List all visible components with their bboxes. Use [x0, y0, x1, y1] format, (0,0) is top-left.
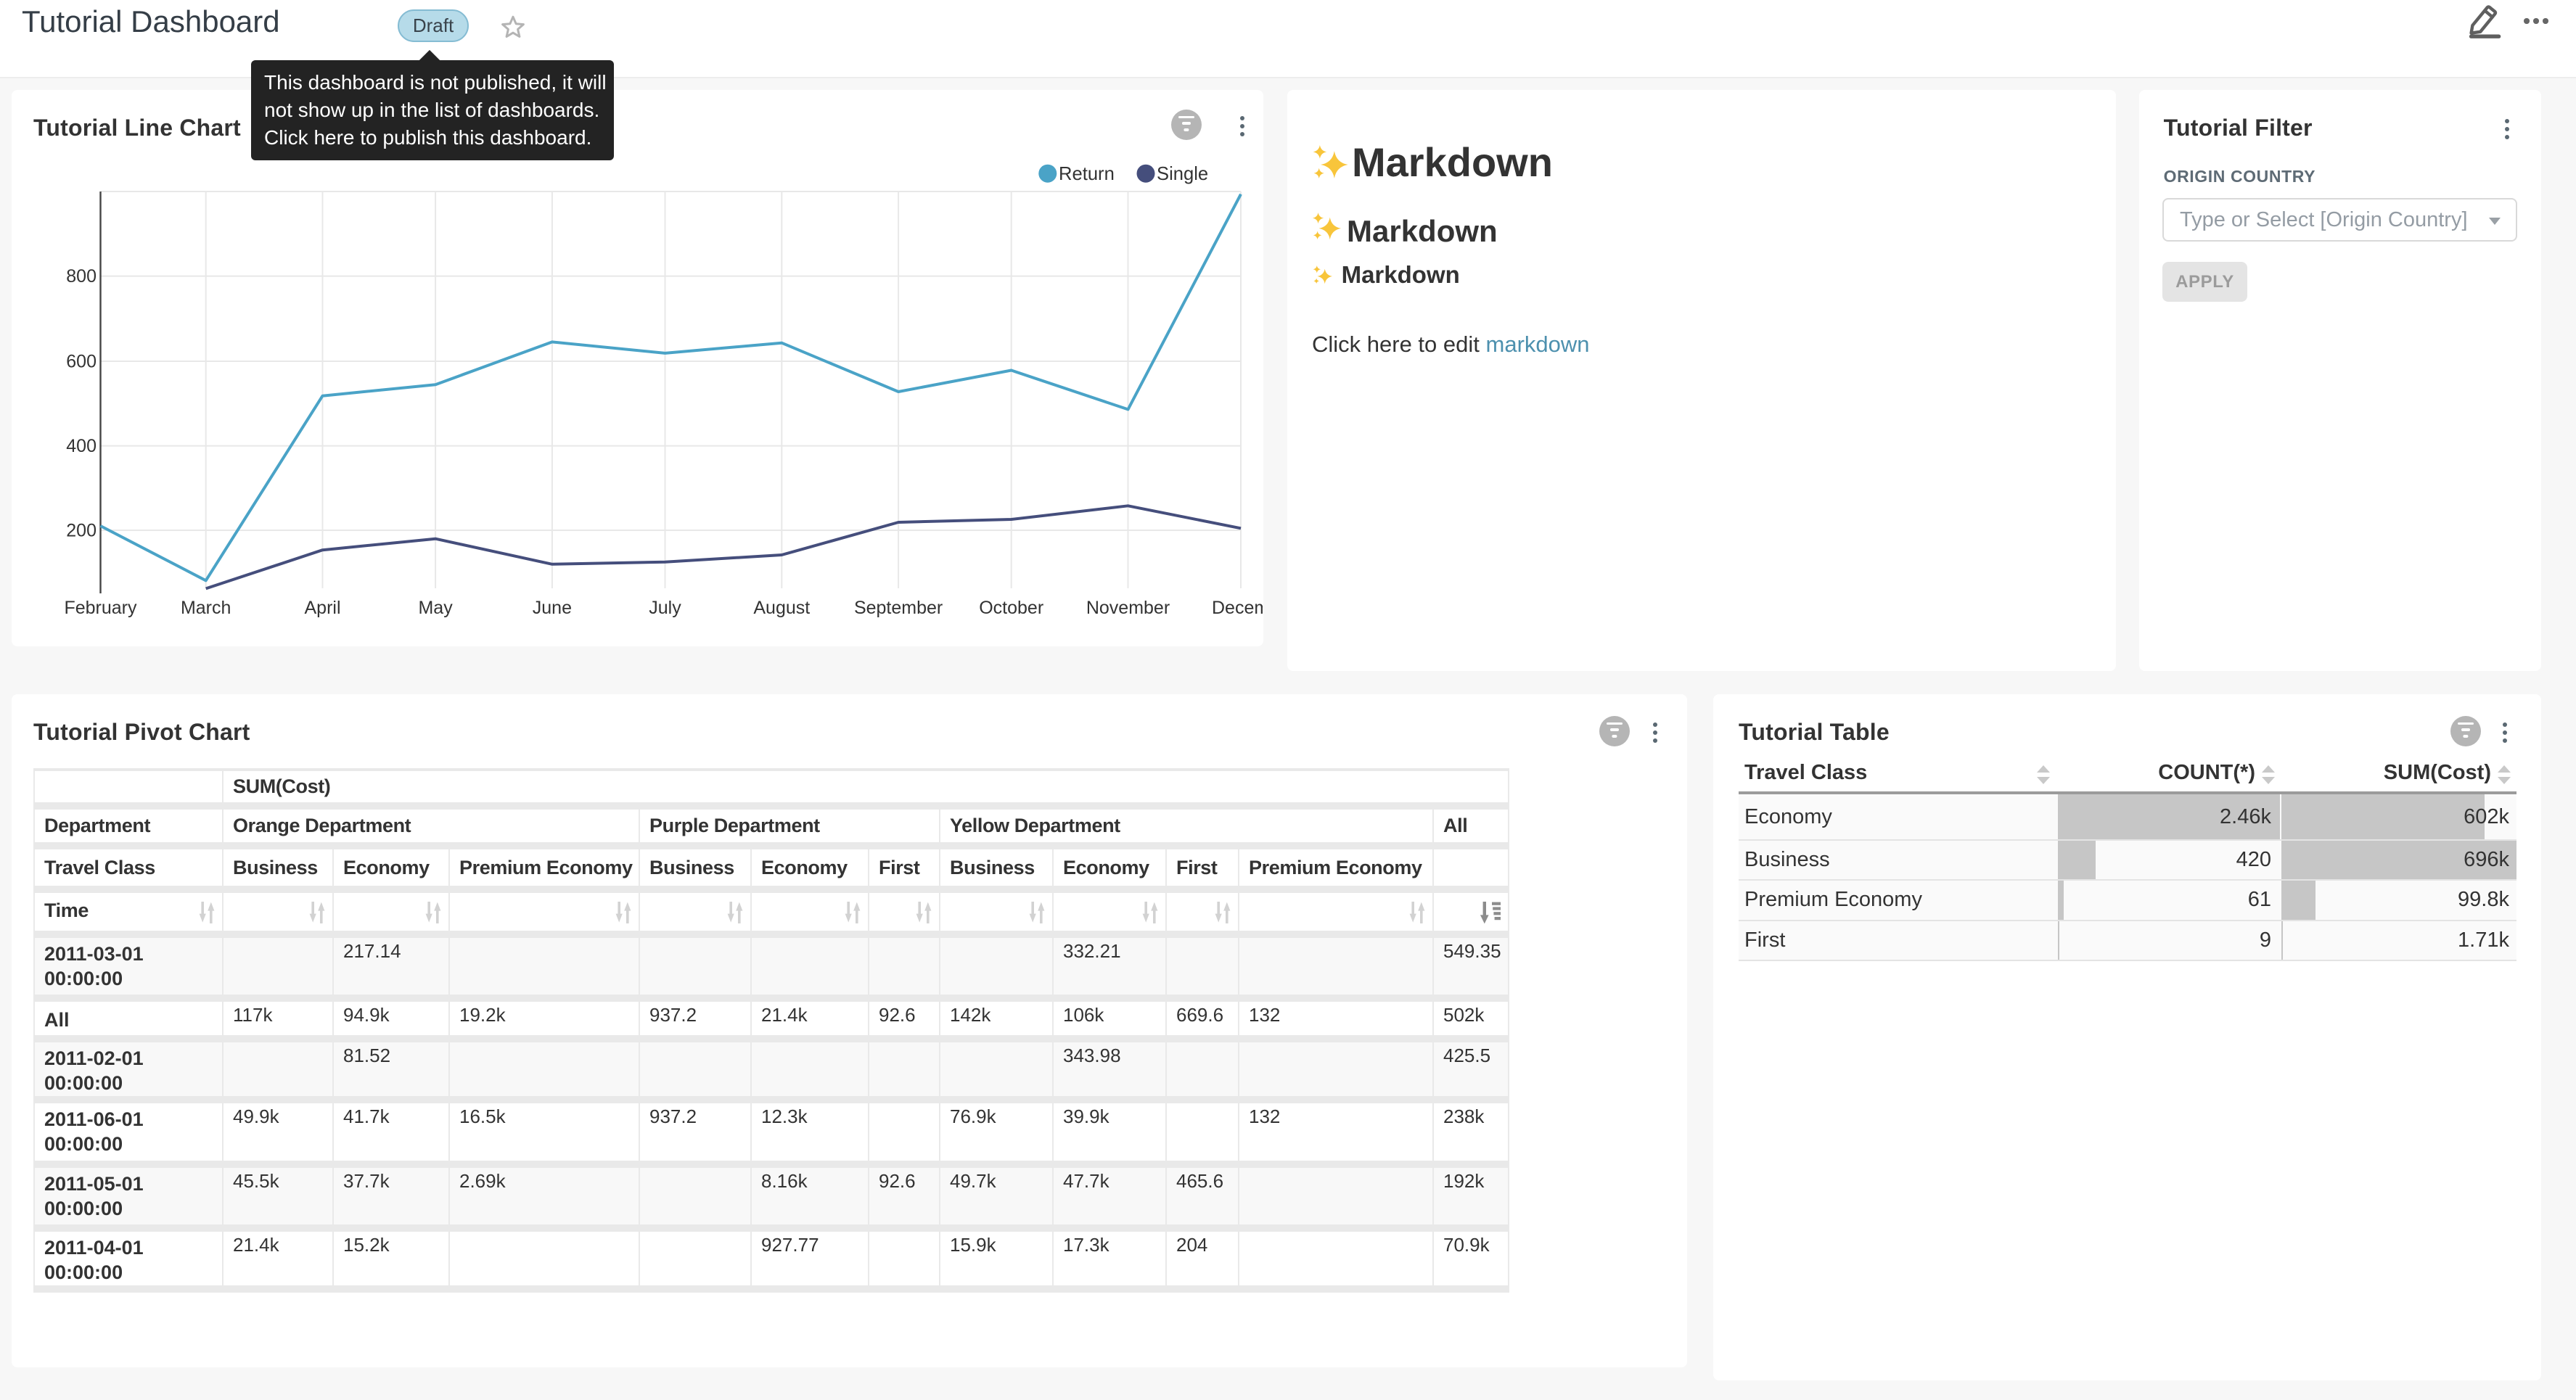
svg-text:March: March [181, 598, 231, 618]
svg-text:200: 200 [66, 521, 97, 541]
svg-text:June: June [533, 598, 572, 618]
svg-text:July: July [649, 598, 681, 618]
svg-text:Single: Single [1157, 164, 1208, 184]
svg-text:400: 400 [66, 436, 97, 456]
svg-text:February: February [64, 598, 137, 618]
svg-text:April: April [304, 598, 340, 618]
svg-text:600: 600 [66, 352, 97, 372]
svg-text:September: September [854, 598, 943, 618]
svg-text:800: 800 [66, 266, 97, 287]
svg-text:May: May [418, 598, 453, 618]
svg-text:October: October [979, 598, 1043, 618]
svg-text:December: December [1212, 598, 1263, 618]
svg-text:November: November [1086, 598, 1170, 618]
svg-text:August: August [753, 598, 810, 618]
svg-text:Return: Return [1059, 164, 1115, 184]
